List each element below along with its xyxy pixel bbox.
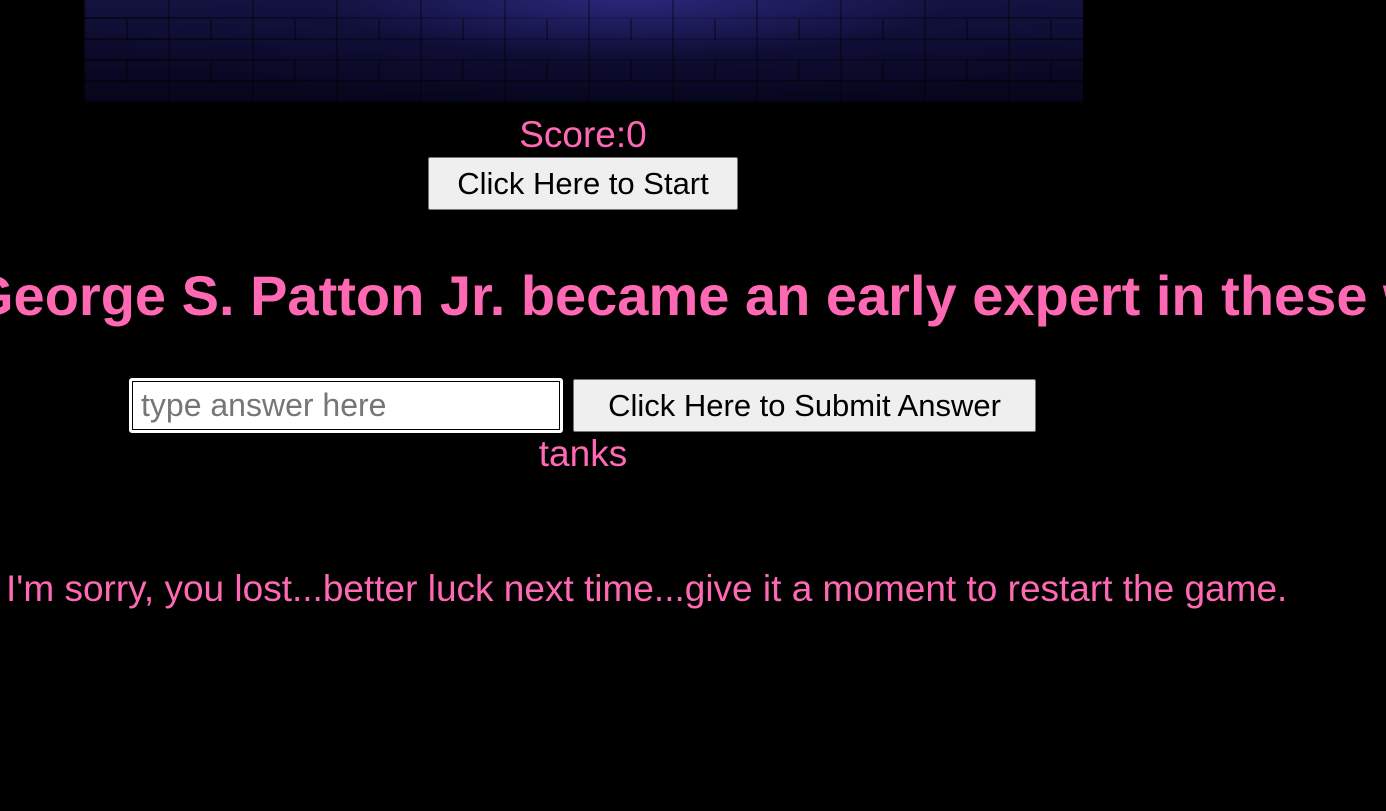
correct-answer-text: tanks [538,433,628,474]
score-label: Score: [519,114,627,155]
brick-wall-banner [84,0,1083,103]
answer-input[interactable] [129,378,563,433]
question-text: George S. Patton Jr. became an early exp… [0,264,1386,327]
game-status-message: I'm sorry, you lost...better luck next t… [6,568,1288,609]
score-value: 0 [626,114,647,155]
submit-answer-button[interactable]: Click Here to Submit Answer [573,379,1036,432]
game-stage: Score:0 Click Here to Start George S. Pa… [0,0,1386,811]
start-button[interactable]: Click Here to Start [428,157,738,210]
score-display: Score:0 [0,113,1166,157]
